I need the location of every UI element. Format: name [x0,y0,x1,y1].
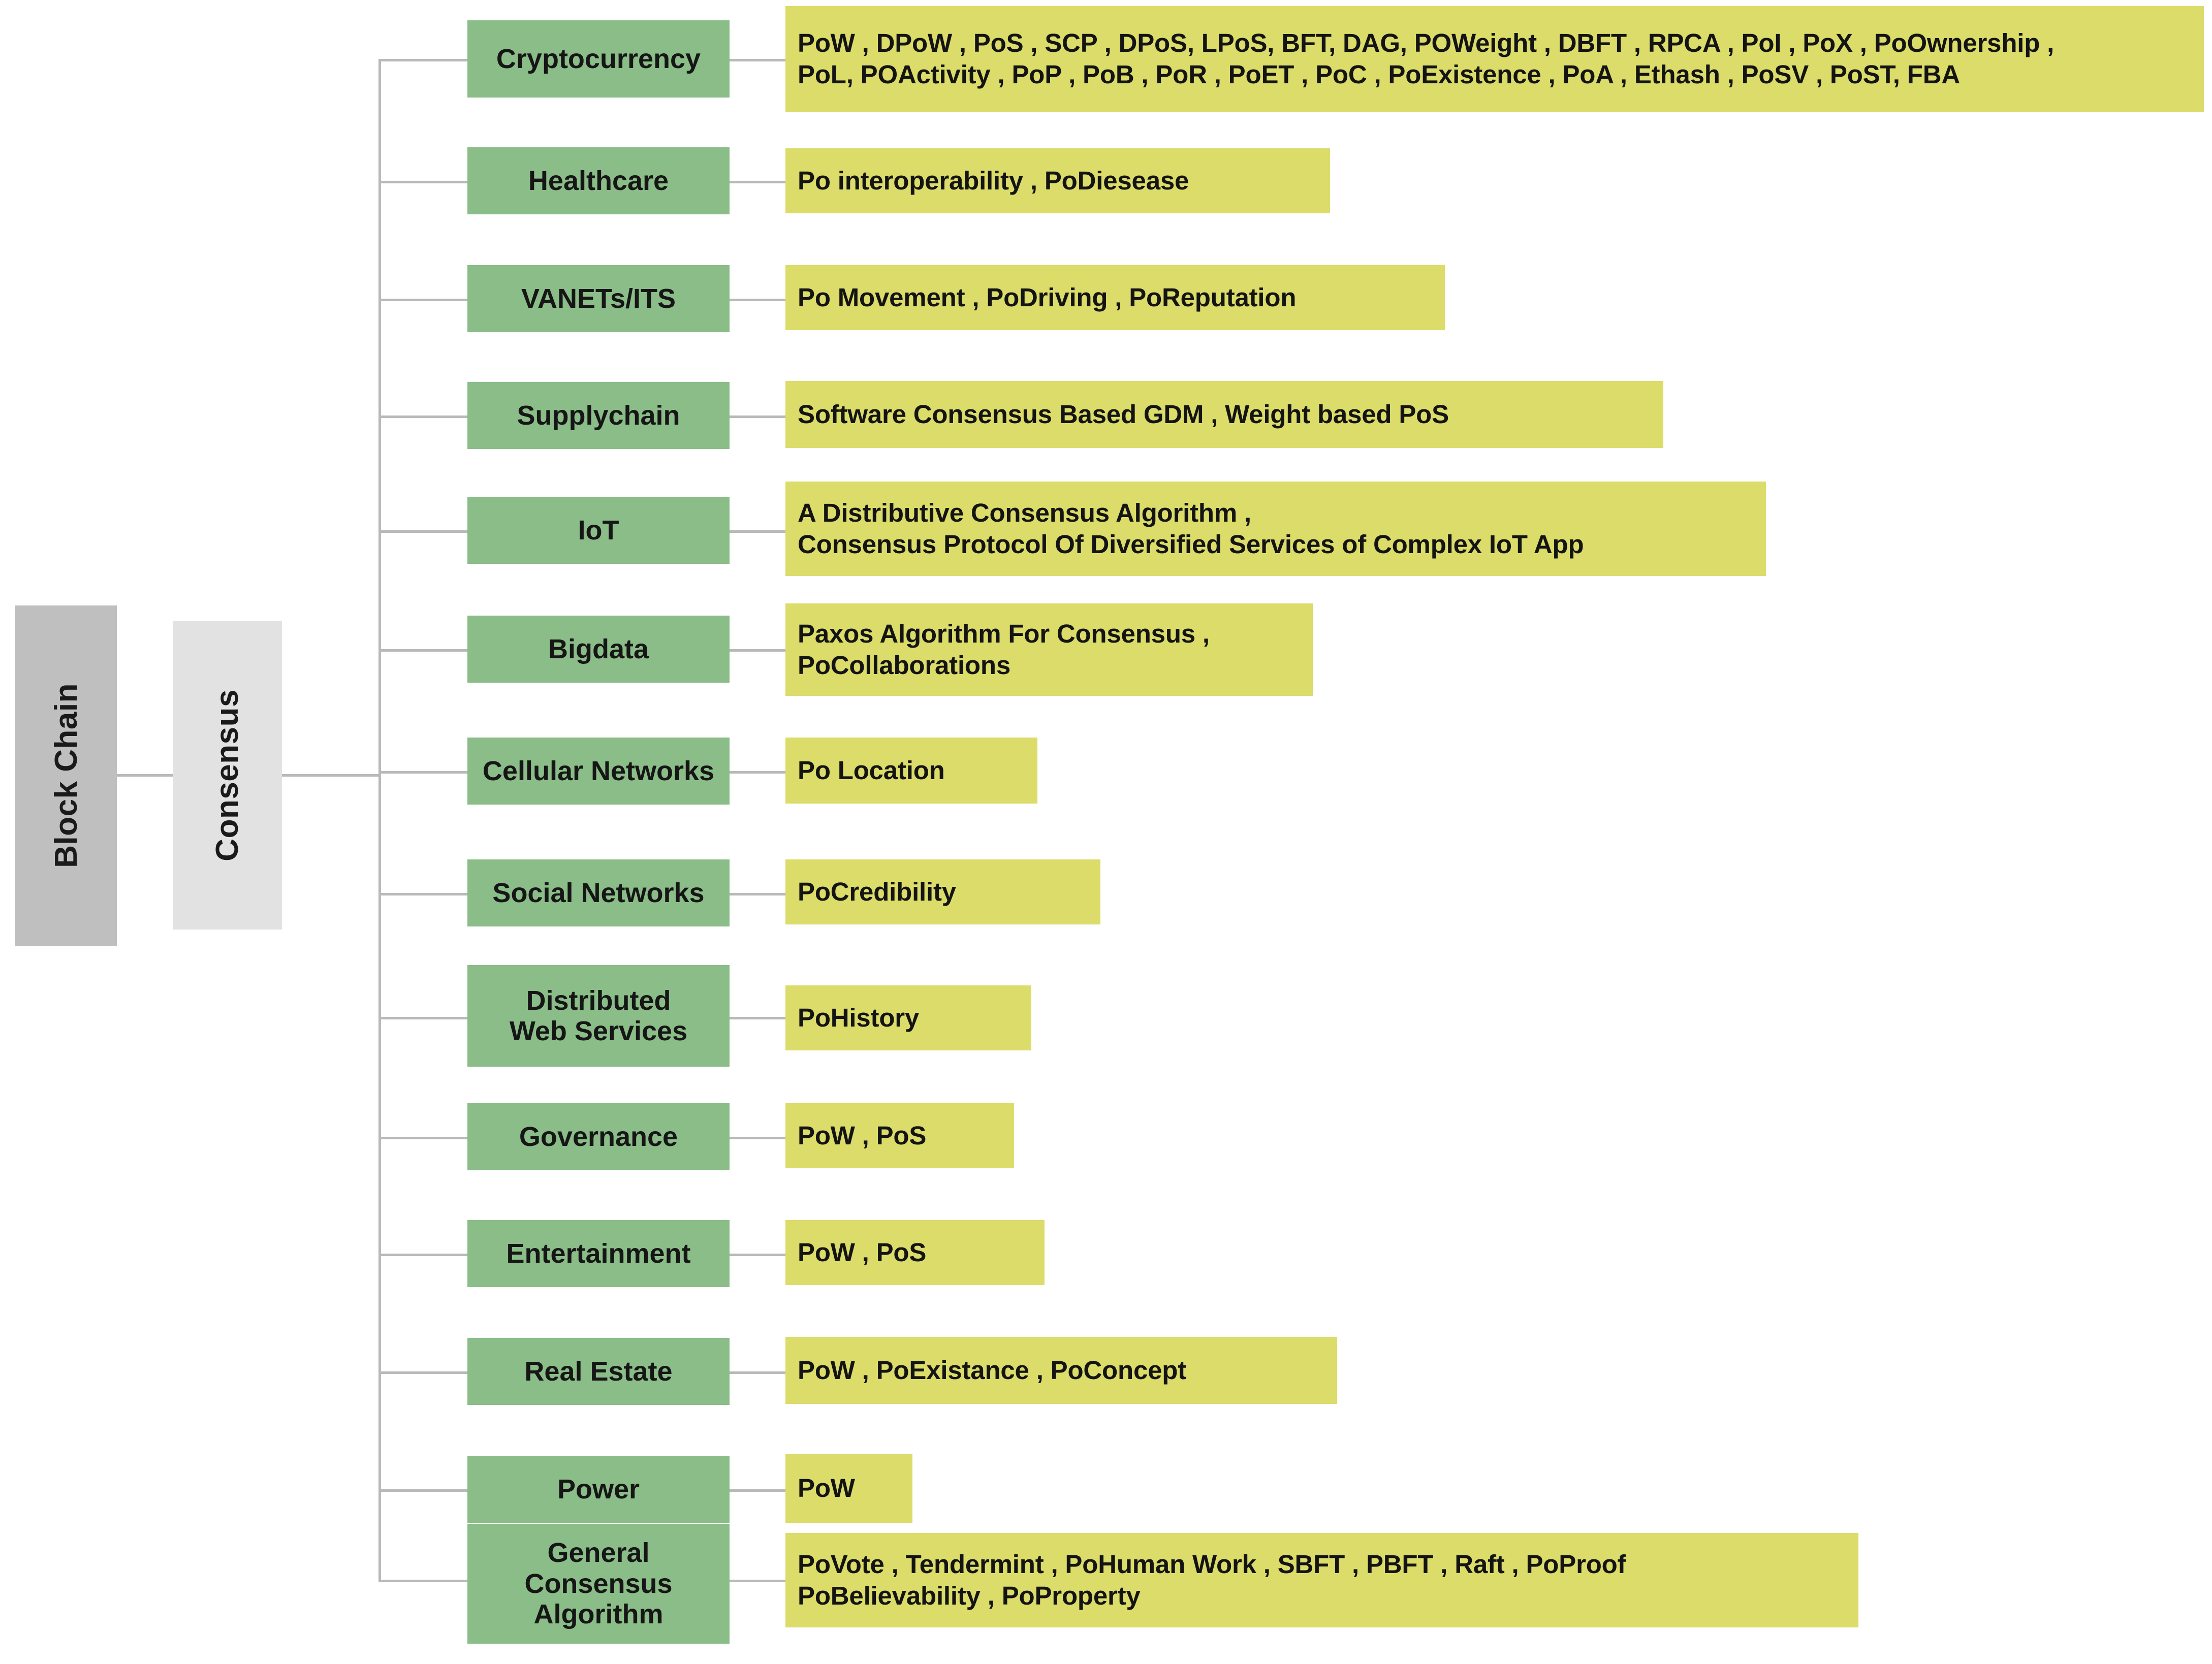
algorithm-box-vanets-its[interactable]: Po Movement , PoDriving , PoReputation [785,265,1445,330]
category-box-governance[interactable]: Governance [467,1103,730,1170]
algorithm-box-social-networks[interactable]: PoCredibility [785,859,1100,924]
category-box-real-estate[interactable]: Real Estate [467,1338,730,1405]
connector-governance-to-algorithms [730,1137,785,1139]
category-box-bigdata[interactable]: Bigdata [467,616,730,683]
algorithm-box-entertainment[interactable]: PoW , PoS [785,1220,1045,1285]
algorithm-label-general-consensus-algorithm: PoVote , Tendermint , PoHuman Work , SBF… [798,1549,1626,1610]
algorithm-label-iot: A Distributive Consensus Algorithm , Con… [798,498,1584,559]
category-box-vanets-its[interactable]: VANETs/ITS [467,265,730,332]
diagram-canvas: Block Chain Consensus Cryptocurrency PoW… [0,0,2212,1664]
connector-iot-to-algorithms [730,530,785,533]
category-label-iot: IoT [578,515,619,546]
root-node-consensus: Consensus [173,621,282,930]
connector-consensus-trunk [282,774,381,777]
root-node-blockchain: Block Chain [15,605,117,946]
connector-blockchain-consensus [117,774,173,777]
connector-entertainment-to-algorithms [730,1254,785,1256]
algorithm-label-entertainment: PoW , PoS [798,1237,927,1267]
connector-trunk-to-entertainment [378,1254,467,1256]
connector-social-networks-to-algorithms [730,893,785,895]
root-node-consensus-label: Consensus [210,689,245,861]
category-label-power: Power [557,1474,640,1505]
connector-bigdata-to-algorithms [730,649,785,652]
connector-cellular-networks-to-algorithms [730,771,785,774]
category-box-supplychain[interactable]: Supplychain [467,382,730,449]
algorithm-box-cellular-networks[interactable]: Po Location [785,738,1037,804]
connector-trunk-to-cellular-networks [378,771,467,774]
connector-trunk-to-social-networks [378,893,467,895]
category-label-real-estate: Real Estate [524,1356,673,1387]
connector-trunk-to-bigdata [378,649,467,652]
category-label-governance: Governance [519,1121,678,1152]
category-label-distributed-web-services: Distributed Web Services [509,985,688,1046]
root-node-blockchain-label: Block Chain [48,683,84,868]
category-label-cryptocurrency: Cryptocurrency [496,43,701,74]
connector-trunk-to-general-consensus-algorithm [378,1580,467,1582]
connector-trunk-to-power [378,1489,467,1492]
connector-trunk-to-vanets-its [378,299,467,301]
category-box-distributed-web-services[interactable]: Distributed Web Services [467,965,730,1067]
algorithm-label-supplychain: Software Consensus Based GDM , Weight ba… [798,399,1449,429]
algorithm-box-iot[interactable]: A Distributive Consensus Algorithm , Con… [785,482,1766,576]
algorithm-label-bigdata: Paxos Algorithm For Consensus , PoCollab… [798,619,1210,680]
algorithm-label-governance: PoW , PoS [798,1121,927,1150]
connector-trunk-to-governance [378,1137,467,1139]
connector-trunk-to-iot [378,530,467,533]
category-box-cellular-networks[interactable]: Cellular Networks [467,738,730,805]
algorithm-label-distributed-web-services: PoHistory [798,1003,920,1032]
category-box-cryptocurrency[interactable]: Cryptocurrency [467,20,730,98]
category-box-social-networks[interactable]: Social Networks [467,859,730,926]
algorithm-label-real-estate: PoW , PoExistance , PoConcept [798,1355,1187,1385]
connector-trunk-to-real-estate [378,1371,467,1374]
algorithm-box-cryptocurrency[interactable]: PoW , DPoW , PoS , SCP , DPoS, LPoS, BFT… [785,6,2204,112]
category-box-entertainment[interactable]: Entertainment [467,1220,730,1287]
algorithm-label-healthcare: Po interoperability , PoDiesease [798,166,1189,195]
category-label-cellular-networks: Cellular Networks [482,755,715,786]
connector-trunk-to-distributed-web-services [378,1017,467,1019]
algorithm-box-distributed-web-services[interactable]: PoHistory [785,985,1031,1050]
category-box-power[interactable]: Power [467,1456,730,1523]
algorithm-label-social-networks: PoCredibility [798,877,956,906]
connector-trunk-to-healthcare [378,181,467,183]
connector-trunk-to-supplychain [378,415,467,418]
category-label-social-networks: Social Networks [492,877,705,908]
algorithm-label-vanets-its: Po Movement , PoDriving , PoReputation [798,282,1297,312]
connector-cryptocurrency-to-algorithms [730,59,785,61]
connector-supplychain-to-algorithms [730,415,785,418]
category-label-supplychain: Supplychain [517,400,680,431]
algorithm-box-bigdata[interactable]: Paxos Algorithm For Consensus , PoCollab… [785,603,1313,696]
category-label-vanets-its: VANETs/ITS [521,283,676,314]
algorithm-box-healthcare[interactable]: Po interoperability , PoDiesease [785,148,1330,213]
connector-vanets-its-to-algorithms [730,299,785,301]
category-label-healthcare: Healthcare [528,165,669,196]
algorithm-box-governance[interactable]: PoW , PoS [785,1103,1014,1168]
category-label-bigdata: Bigdata [548,633,649,664]
algorithm-box-supplychain[interactable]: Software Consensus Based GDM , Weight ba… [785,381,1663,448]
connector-real-estate-to-algorithms [730,1371,785,1374]
category-label-general-consensus-algorithm: General Consensus Algorithm [524,1538,673,1630]
category-box-general-consensus-algorithm[interactable]: General Consensus Algorithm [467,1524,730,1644]
category-box-healthcare[interactable]: Healthcare [467,147,730,214]
algorithm-label-cellular-networks: Po Location [798,755,945,785]
connector-general-consensus-algorithm-to-algorithms [730,1580,785,1582]
connector-healthcare-to-algorithms [730,181,785,183]
algorithm-box-real-estate[interactable]: PoW , PoExistance , PoConcept [785,1337,1337,1404]
connector-distributed-web-services-to-algorithms [730,1017,785,1019]
algorithm-label-power: PoW [798,1473,855,1502]
algorithm-label-cryptocurrency: PoW , DPoW , PoS , SCP , DPoS, LPoS, BFT… [798,28,2055,89]
category-box-iot[interactable]: IoT [467,497,730,564]
connector-trunk-to-cryptocurrency [378,59,467,61]
category-label-entertainment: Entertainment [506,1238,691,1269]
algorithm-box-general-consensus-algorithm[interactable]: PoVote , Tendermint , PoHuman Work , SBF… [785,1533,1858,1627]
connector-trunk-vertical [378,59,381,1580]
connector-power-to-algorithms [730,1489,785,1492]
algorithm-box-power[interactable]: PoW [785,1454,912,1523]
